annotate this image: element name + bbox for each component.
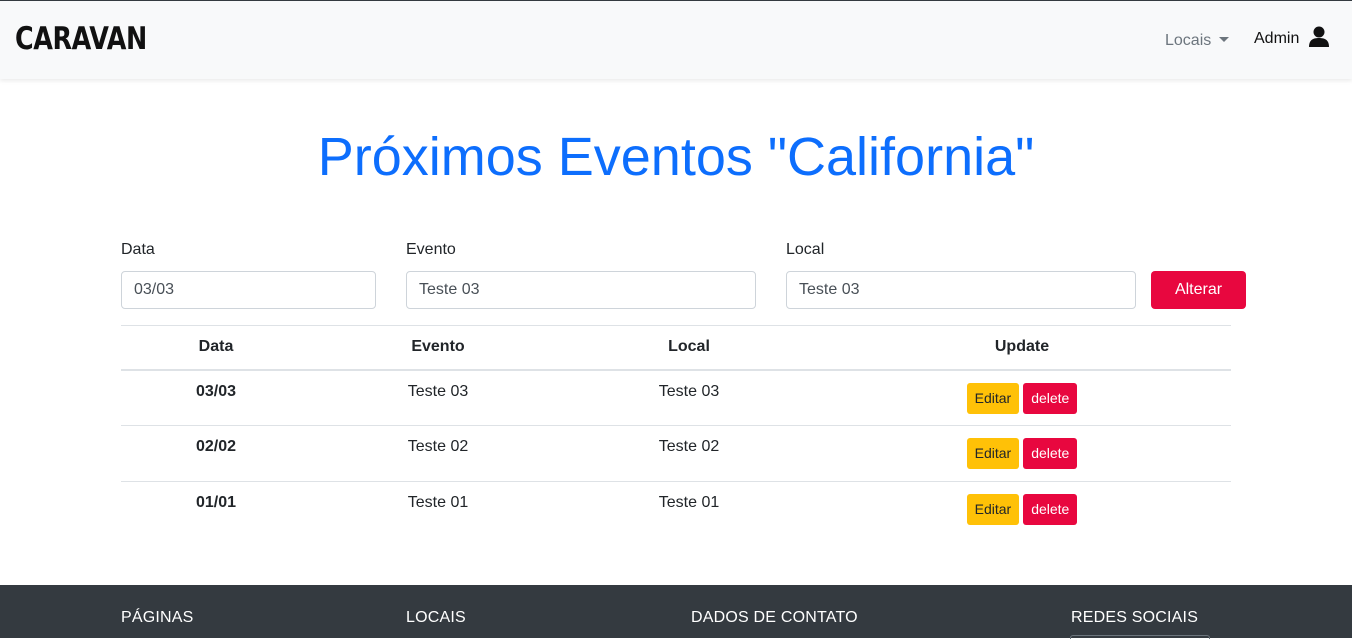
header-update: Update (813, 325, 1231, 371)
data-input[interactable] (121, 271, 376, 309)
cell-evento: Teste 02 (311, 425, 565, 482)
caret-down-icon (1219, 37, 1230, 42)
brand-logo[interactable]: CARAVAN (15, 21, 147, 57)
cell-actions: Editar delete (813, 369, 1231, 426)
delete-button[interactable]: delete (1023, 494, 1078, 525)
local-input[interactable] (786, 271, 1136, 309)
local-label: Local (786, 241, 825, 258)
cell-data: 01/01 (195, 494, 237, 511)
header-evento: Evento (311, 325, 565, 371)
footer-heading-contato: DADOS DE CONTATO (691, 609, 858, 626)
admin-link[interactable]: Admin (1254, 30, 1299, 48)
footer-heading-paginas: PÁGINAS (121, 609, 194, 626)
data-label: Data (121, 241, 155, 258)
cell-evento: Teste 01 (407, 494, 469, 511)
footer-social-box (1070, 635, 1210, 639)
delete-button[interactable]: delete (1023, 438, 1078, 469)
cell-data: 02/02 (121, 425, 311, 482)
locais-dropdown[interactable]: Locais (1165, 32, 1230, 50)
footer-heading-redes: REDES SOCIAIS (1071, 609, 1199, 626)
locais-label: Locais (1165, 32, 1212, 49)
cell-local: Teste 03 (565, 369, 813, 426)
cell-actions: Editar delete (813, 482, 1231, 538)
header-data: Data (121, 325, 311, 371)
evento-label: Evento (406, 241, 456, 258)
alterar-button[interactable]: Alterar (1151, 271, 1246, 309)
events-table: Data Evento Local Update 03/03 Teste 03 … (121, 325, 1231, 538)
footer: PÁGINAS LOCAIS DADOS DE CONTATO REDES SO… (0, 585, 1352, 639)
table-row: 01/01 Teste 01 Teste 01 Editar delete (121, 482, 1231, 538)
header-local: Local (565, 325, 813, 371)
cell-evento: Teste 03 (311, 369, 565, 426)
evento-input[interactable] (406, 271, 756, 309)
edit-button[interactable]: Editar (966, 382, 1020, 414)
edit-button[interactable]: Editar (966, 494, 1020, 525)
cell-actions: Editar delete (813, 425, 1231, 482)
edit-button[interactable]: Editar (966, 438, 1020, 469)
table-header-row: Data Evento Local Update (121, 325, 1231, 371)
delete-button[interactable]: delete (1023, 382, 1078, 414)
cell-data: 03/03 (121, 369, 311, 426)
table-row: 02/02 Teste 02 Teste 02 Editar delete (121, 425, 1231, 482)
table-row: 03/03 Teste 03 Teste 03 Editar delete (121, 369, 1231, 426)
page-title: Próximos Eventos "California" (317, 127, 1035, 187)
footer-heading-locais: LOCAIS (406, 609, 466, 626)
cell-local: Teste 01 (658, 494, 720, 511)
user-icon[interactable] (1309, 26, 1329, 48)
cell-local: Teste 02 (565, 425, 813, 482)
navbar: CARAVAN Locais Admin (0, 0, 1352, 79)
